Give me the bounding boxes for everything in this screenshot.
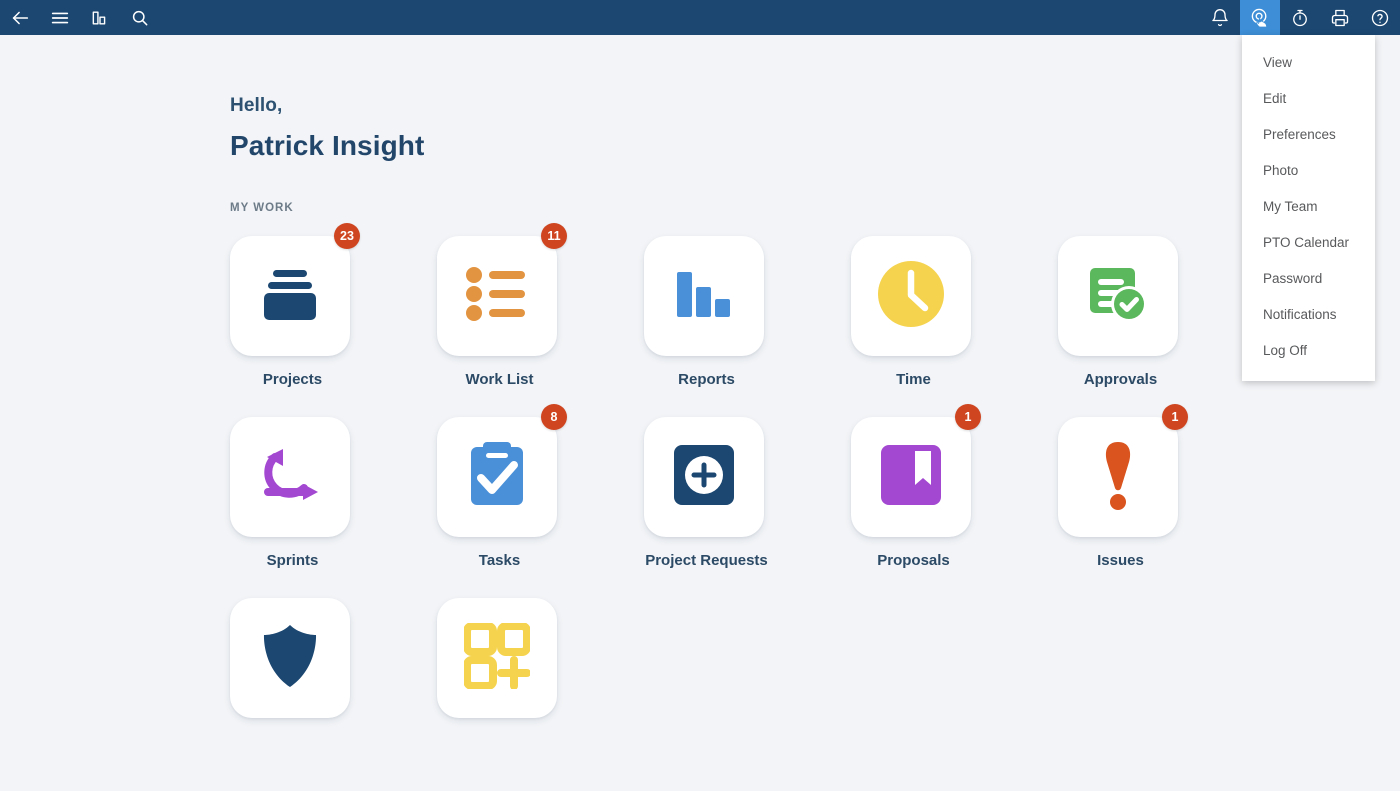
greeting-block: Hello, Patrick Insight (0, 35, 1400, 162)
tile-project-requests[interactable]: Project Requests (644, 417, 769, 569)
help-circle-icon[interactable] (1360, 0, 1400, 35)
tile-icon-wrap (644, 417, 769, 537)
work-list-icon (463, 260, 531, 333)
tile-shield[interactable] (230, 598, 355, 733)
menu-item-preferences[interactable]: Preferences (1242, 117, 1375, 153)
reports-icon (673, 263, 735, 330)
tile-label: Sprints (266, 552, 319, 569)
tile-label: Project Requests (645, 552, 768, 569)
menu-item-my-team[interactable]: My Team (1242, 189, 1375, 225)
badge-count: 1 (955, 404, 981, 430)
grid-plus-icon (463, 621, 531, 694)
tile-work-list[interactable]: 11 Work List (437, 223, 567, 388)
shield-icon (258, 622, 322, 695)
tile-card (644, 417, 764, 537)
badge-count: 23 (334, 223, 360, 249)
bell-icon[interactable] (1200, 0, 1240, 35)
my-work-tile-grid: 23 Projects 11 Work List Reports Time Ap… (230, 223, 1400, 733)
tile-tasks[interactable]: 8 Tasks (437, 404, 567, 569)
tile-label: Tasks (478, 552, 521, 569)
tile-icon-wrap (1058, 236, 1183, 356)
tile-issues[interactable]: 1 Issues (1058, 404, 1188, 569)
back-arrow-icon[interactable] (0, 0, 40, 35)
tile-card (437, 598, 557, 718)
tile-card (437, 417, 557, 537)
tile-card (1058, 417, 1178, 537)
printer-icon[interactable] (1320, 0, 1360, 35)
menu-item-notifications[interactable]: Notifications (1242, 297, 1375, 333)
tile-icon-wrap (230, 417, 355, 537)
proposals-icon (879, 443, 943, 512)
bar-chart-icon[interactable] (80, 0, 120, 35)
tile-reports[interactable]: Reports (644, 236, 769, 388)
tile-card (230, 417, 350, 537)
issues-icon (1098, 440, 1138, 515)
projects-icon (256, 260, 324, 333)
menu-item-photo[interactable]: Photo (1242, 153, 1375, 189)
badge-count: 11 (541, 223, 567, 249)
tile-label: Projects (262, 371, 323, 388)
tile-projects[interactable]: 23 Projects (230, 223, 360, 388)
tile-icon-wrap: 1 (1058, 404, 1188, 537)
topbar-left-group (0, 0, 160, 35)
menu-item-edit[interactable]: Edit (1242, 81, 1375, 117)
menu-item-view[interactable]: View (1242, 45, 1375, 81)
badge-count: 1 (1162, 404, 1188, 430)
badge-count: 8 (541, 404, 567, 430)
tile-card (851, 236, 971, 356)
tile-icon-wrap: 8 (437, 404, 567, 537)
tile-sprints[interactable]: Sprints (230, 417, 355, 569)
menu-item-pto-calendar[interactable]: PTO Calendar (1242, 225, 1375, 261)
tile-icon-wrap (851, 236, 976, 356)
tasks-icon (465, 440, 529, 515)
tile-proposals[interactable]: 1 Proposals (851, 404, 981, 569)
tile-label: Proposals (877, 552, 950, 569)
sprints-icon (255, 440, 325, 515)
clock-icon (875, 258, 947, 335)
tile-label: Issues (1097, 552, 1144, 569)
tile-label: Reports (678, 371, 735, 388)
greeting-hello: Hello, (230, 95, 283, 116)
tile-time[interactable]: Time (851, 236, 976, 388)
tile-card (437, 236, 557, 356)
top-header-bar (0, 0, 1400, 35)
tile-card (1058, 236, 1178, 356)
tile-icon-wrap: 11 (437, 223, 567, 356)
tile-label: Approvals (1083, 371, 1158, 388)
menu-item-password[interactable]: Password (1242, 261, 1375, 297)
stopwatch-icon[interactable] (1280, 0, 1320, 35)
tile-icon-wrap (644, 236, 769, 356)
tile-approvals[interactable]: Approvals (1058, 236, 1183, 388)
menu-item-log-off[interactable]: Log Off (1242, 333, 1375, 369)
main-content: Hello, Patrick Insight MY WORK 23 Projec… (0, 35, 1400, 733)
approvals-icon (1084, 260, 1152, 333)
account-dropdown-menu: View Edit Preferences Photo My Team PTO … (1242, 35, 1375, 381)
tile-card (644, 236, 764, 356)
project-requests-icon (672, 443, 736, 512)
hamburger-menu-icon[interactable] (40, 0, 80, 35)
topbar-right-group (1200, 0, 1400, 35)
user-touch-icon[interactable] (1240, 0, 1280, 35)
tile-card (851, 417, 971, 537)
tile-card (230, 598, 350, 718)
section-title-my-work: MY WORK (230, 202, 294, 214)
tile-icon-wrap (437, 598, 562, 718)
tile-card (230, 236, 350, 356)
search-icon[interactable] (120, 0, 160, 35)
tile-icon-wrap: 1 (851, 404, 981, 537)
tile-icon-wrap: 23 (230, 223, 360, 356)
tile-label: Work List (465, 371, 534, 388)
tile-grid-plus[interactable] (437, 598, 562, 733)
tile-icon-wrap (230, 598, 355, 718)
page-title: Patrick Insight (230, 130, 425, 161)
tile-label: Time (896, 371, 931, 388)
